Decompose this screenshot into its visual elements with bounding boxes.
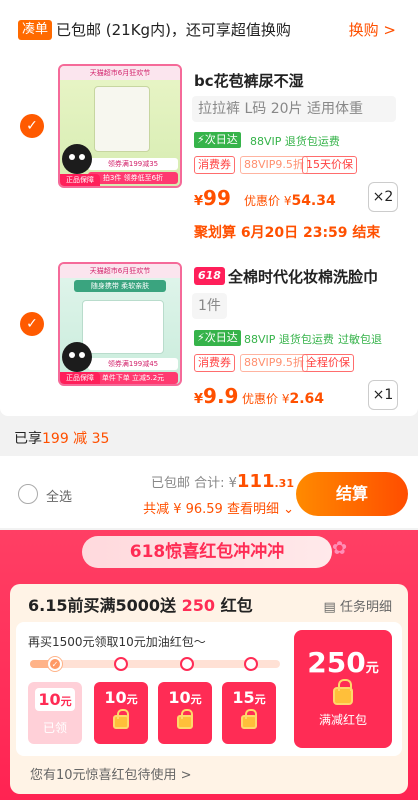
milestone-done-dot: ✓ xyxy=(48,657,62,671)
promo-price: 优惠价 ¥54.34 xyxy=(244,193,336,209)
thumb-coupon-note: 领券满199减45 xyxy=(88,358,178,370)
vip-discount-tag: 88VIP9.5折 xyxy=(240,156,308,174)
big-coupon[interactable]: 250元 满减红包 xyxy=(294,630,392,748)
thumb-banner: 天猫超市6月狂欢节 xyxy=(60,66,180,80)
vip-return-note: 88VIP 退货包运费 xyxy=(250,135,340,148)
promo-banner-title: 618惊喜红包冲冲冲 xyxy=(82,536,332,568)
milestone-dot xyxy=(244,657,258,671)
price-protect-tag: 15天价保 xyxy=(302,156,357,174)
product-title[interactable]: 全棉时代化妆棉洗脸巾 xyxy=(228,266,378,287)
coupon-locked[interactable]: 15元 xyxy=(222,682,276,744)
quantity-button[interactable]: ×2 xyxy=(368,182,398,212)
milestone-dot xyxy=(114,657,128,671)
vip-discount-tag: 88VIP9.5折 xyxy=(240,354,308,372)
bow-icon: ✿ xyxy=(332,538,348,559)
exchange-link[interactable]: 换购 > xyxy=(349,19,396,40)
item-checkbox[interactable]: ✓ xyxy=(20,312,44,336)
lock-icon xyxy=(113,709,129,729)
sku-selector[interactable]: 1件 xyxy=(192,293,227,319)
thumb-banner: 天猫超市6月狂欢节 xyxy=(60,264,180,278)
promo-price: 优惠价 ¥2.64 xyxy=(242,391,324,407)
select-all-radio[interactable] xyxy=(18,484,38,504)
coupon-tag: 消费券 xyxy=(194,354,235,372)
promo-headline: 6.15前买满5000送 250 红包 xyxy=(28,596,253,615)
lock-icon xyxy=(177,709,193,729)
price-protect-tag: 全程价保 xyxy=(302,354,354,372)
free-shipping-bar: 凑单 已包邮 (21Kg内)，还可享超值换购 换购 > xyxy=(0,0,418,58)
coupon-tag: 消费券 xyxy=(194,156,235,174)
next-day-badge: ⚡次日达 xyxy=(194,330,241,346)
price: ¥99 xyxy=(194,186,231,210)
genuine-label: 正品保障 xyxy=(60,372,100,384)
progress-hint: 再买1500元领取10元加油红包～ xyxy=(28,635,206,649)
coupon-locked[interactable]: 10元 xyxy=(94,682,148,744)
total-amount: 已包邮 合计: ¥111.31 xyxy=(151,471,294,492)
thumb-discount-note: 拍3件 领券低至6折 xyxy=(88,172,178,184)
cotton-pad-box-image xyxy=(82,300,164,354)
select-all-label[interactable]: 全选 xyxy=(46,486,72,505)
tmall-cat-icon xyxy=(62,342,92,372)
task-details-link[interactable]: ▤ 任务明细 xyxy=(324,596,392,615)
coupon-claimed: 10元 已领 xyxy=(28,682,82,744)
lock-icon xyxy=(333,679,353,705)
task-list-icon: ▤ xyxy=(323,600,336,615)
thumb-slogan: 随身携带 柔软亲肤 xyxy=(74,280,166,292)
vip-return-note: 88VIP 退货包运费 xyxy=(244,333,334,346)
checkout-button[interactable]: 结算 xyxy=(296,472,408,516)
diaper-pack-image xyxy=(94,86,150,152)
next-day-badge: ⚡次日达 xyxy=(194,132,241,148)
cou-dan-tag[interactable]: 凑单 xyxy=(18,20,53,40)
coupon-locked[interactable]: 10元 xyxy=(158,682,212,744)
product-title[interactable]: bc花苞裤尿不湿 xyxy=(194,70,304,91)
progress-track xyxy=(30,660,280,668)
unused-red-packet-link[interactable]: 您有10元惊喜红包待使用 > xyxy=(30,764,192,783)
genuine-label: 正品保障 xyxy=(60,174,100,186)
tmall-cat-icon xyxy=(62,144,92,174)
price: ¥9.9 xyxy=(194,384,239,408)
event-618-tag: 618 xyxy=(194,267,225,285)
thumb-discount-note: 单件下单 立减5.2元 xyxy=(88,372,178,384)
thumb-coupon-note: 领券满199减35 xyxy=(88,158,178,170)
deal-deadline: 聚划算 6月20日 23:59 结束 xyxy=(194,225,381,241)
lock-icon xyxy=(241,709,257,729)
view-details-link[interactable]: 共减 ¥ 96.59 查看明细 ⌄ xyxy=(143,498,294,517)
quantity-button[interactable]: ×1 xyxy=(368,380,398,410)
discount-enjoyed: 已享199 减 35 xyxy=(14,431,110,447)
allergy-return-note: 过敏包退 xyxy=(338,333,382,346)
free-shipping-text: 已包邮 (21Kg内)，还可享超值换购 xyxy=(56,21,291,39)
product-thumbnail[interactable]: 天猫超市6月狂欢节 随身携带 柔软亲肤 领券满199减45 单件下单 立减5.2… xyxy=(58,262,182,386)
milestone-dot xyxy=(180,657,194,671)
item-checkbox[interactable]: ✓ xyxy=(20,114,44,138)
product-thumbnail[interactable]: 天猫超市6月狂欢节 领券满199减35 拍3件 领券低至6折 正品保障 xyxy=(58,64,182,188)
sku-selector[interactable]: 拉拉裤 L码 20片 适用体重 xyxy=(192,96,396,122)
